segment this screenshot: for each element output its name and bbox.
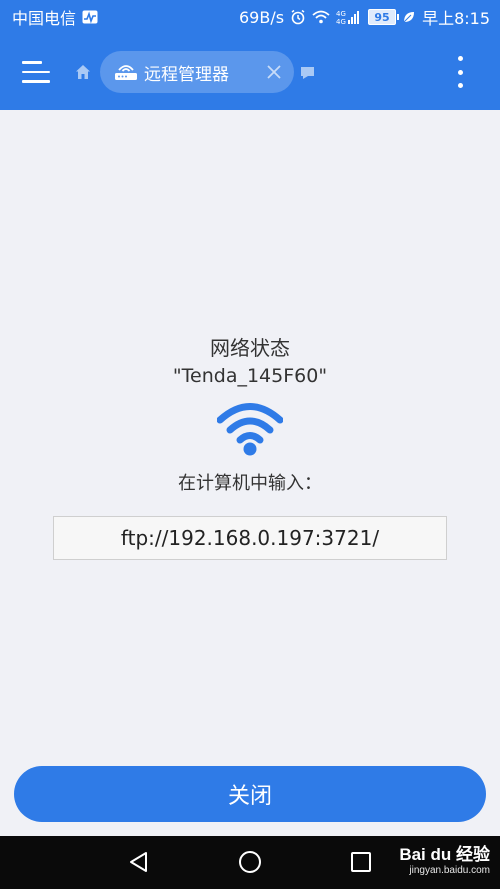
close-icon[interactable] [266, 64, 282, 80]
instruction-label: 在计算机中输入： [178, 473, 322, 494]
tab-overview-icon[interactable] [300, 64, 316, 80]
svg-text:4G: 4G [336, 10, 346, 18]
network-status-label: 网络状态 [210, 336, 290, 360]
wifi-signal-icon [312, 10, 330, 24]
router-icon [114, 62, 138, 82]
app-toolbar: 远程管理器 [0, 34, 500, 110]
watermark-logo: Bai du 经验 [399, 845, 490, 864]
watermark-url: jingyan.baidu.com [409, 865, 490, 876]
baidu-jingyan-watermark: Bai du 经验 jingyan.baidu.com [399, 840, 490, 876]
network-speed: 69B/s [239, 7, 285, 27]
home-icon[interactable] [74, 62, 94, 82]
tab-remote-manager[interactable]: 远程管理器 [100, 51, 294, 93]
ssid-label: "Tenda_145F60" [172, 365, 328, 387]
leaf-icon [402, 10, 416, 24]
activity-monitor-icon [82, 10, 98, 24]
ftp-address-field[interactable]: ftp://192.168.0.197:3721/ [53, 516, 447, 560]
cell-signal-icon: 4G 4G [336, 9, 362, 25]
status-left: 中国电信 [12, 5, 98, 29]
back-icon[interactable] [127, 850, 151, 874]
alarm-icon [290, 9, 306, 25]
wifi-icon [216, 401, 284, 457]
carrier-label: 中国电信 [12, 9, 77, 28]
battery-indicator: 95 [368, 9, 400, 25]
tab-label: 远程管理器 [144, 64, 229, 85]
menu-icon[interactable] [22, 55, 56, 89]
status-bar: 中国电信 69B/s 4G 4G 95 早上8:15 [0, 0, 500, 34]
svg-text:4G: 4G [336, 18, 346, 25]
home-circle-icon[interactable] [238, 850, 262, 874]
recents-icon[interactable] [350, 851, 372, 873]
close-button[interactable]: 关闭 [14, 766, 486, 822]
status-right: 69B/s 4G 4G 95 早上8:15 [239, 5, 490, 29]
more-vert-icon[interactable] [456, 56, 464, 88]
clock: 早上8:15 [422, 9, 490, 28]
system-nav-bar: Bai du 经验 jingyan.baidu.com [0, 836, 500, 889]
